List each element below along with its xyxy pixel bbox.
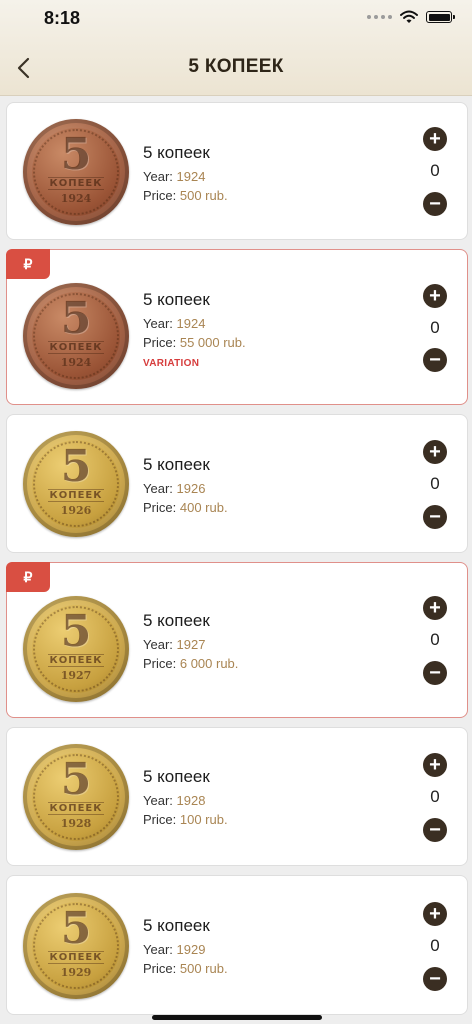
coin-year-row: Year: 1928 xyxy=(143,793,206,808)
coin-year-row: Year: 1927 xyxy=(143,637,206,652)
signal-icon xyxy=(367,15,392,19)
coin-image: 5 КОПЕЕК 1928 xyxy=(23,744,129,850)
page-title: 5 КОПЕЕК xyxy=(188,56,284,77)
coin-price-row: Price: 500 rub. xyxy=(143,188,228,203)
coin-card[interactable]: 5 КОПЕЕК 1926 5 копеек Year: 1926 Price:… xyxy=(6,414,468,553)
decrement-button[interactable]: − xyxy=(423,661,447,685)
variation-label: VARIATION xyxy=(143,358,200,369)
coin-card[interactable]: ₽ 5 КОПЕЕК 1924 5 копеек Year: 1924 Pric… xyxy=(6,249,468,405)
coin-price-row: Price: 100 rub. xyxy=(143,812,228,827)
coin-year-row: Year: 1924 xyxy=(143,316,206,331)
quantity-value: 0 xyxy=(430,936,440,955)
quantity-value: 0 xyxy=(430,318,440,337)
coin-card[interactable]: 5 КОПЕЕК 1929 5 копеек Year: 1929 Price:… xyxy=(6,875,468,1015)
coin-year-row: Year: 1929 xyxy=(143,942,206,957)
increment-button[interactable]: + xyxy=(423,127,447,151)
coin-image: 5 КОПЕЕК 1924 xyxy=(23,283,129,389)
increment-button[interactable]: + xyxy=(423,753,447,777)
home-indicator[interactable] xyxy=(152,1015,322,1020)
decrement-button[interactable]: − xyxy=(423,348,447,372)
coin-price-row: Price: 400 rub. xyxy=(143,500,228,515)
coin-name: 5 копеек xyxy=(143,290,210,309)
coin-card[interactable]: 5 КОПЕЕК 1928 5 копеек Year: 1928 Price:… xyxy=(6,727,468,866)
coin-image: 5 КОПЕЕК 1929 xyxy=(23,893,129,999)
coin-name: 5 копеек xyxy=(143,767,210,786)
coin-image: 5 КОПЕЕК 1926 xyxy=(23,431,129,537)
status-time: 8:18 xyxy=(44,8,81,28)
coin-name: 5 копеек xyxy=(143,611,210,630)
coin-price-row: Price: 6 000 rub. xyxy=(143,656,239,671)
ruble-badge-icon: ₽ xyxy=(6,562,50,592)
wifi-icon xyxy=(400,10,418,23)
coin-price-row: Price: 500 rub. xyxy=(143,961,228,976)
increment-button[interactable]: + xyxy=(423,902,447,926)
coin-year-row: Year: 1926 xyxy=(143,481,206,496)
coin-name: 5 копеек xyxy=(143,916,210,935)
ruble-badge-icon: ₽ xyxy=(6,249,50,279)
quantity-value: 0 xyxy=(430,630,440,649)
decrement-button[interactable]: − xyxy=(423,192,447,216)
coin-image: 5 КОПЕЕК 1924 xyxy=(23,119,129,225)
decrement-button[interactable]: − xyxy=(423,505,447,529)
nav-header: 8:18 5 КОПЕЕК xyxy=(0,0,472,96)
coin-name: 5 копеек xyxy=(143,143,210,162)
increment-button[interactable]: + xyxy=(423,284,447,308)
battery-icon xyxy=(426,11,455,23)
decrement-button[interactable]: − xyxy=(423,818,447,842)
increment-button[interactable]: + xyxy=(423,596,447,620)
coin-year-row: Year: 1924 xyxy=(143,169,206,184)
increment-button[interactable]: + xyxy=(423,440,447,464)
quantity-value: 0 xyxy=(430,161,440,180)
coin-card[interactable]: ₽ 5 КОПЕЕК 1927 5 копеек Year: 1927 Pric… xyxy=(6,562,468,718)
coin-name: 5 копеек xyxy=(143,455,210,474)
quantity-value: 0 xyxy=(430,474,440,493)
coin-card[interactable]: 5 КОПЕЕК 1924 5 копеек Year: 1924 Price:… xyxy=(6,102,468,240)
decrement-button[interactable]: − xyxy=(423,967,447,991)
quantity-value: 0 xyxy=(430,787,440,806)
coin-image: 5 КОПЕЕК 1927 xyxy=(23,596,129,702)
status-icons xyxy=(367,10,455,24)
coin-price-row: Price: 55 000 rub. xyxy=(143,335,246,350)
